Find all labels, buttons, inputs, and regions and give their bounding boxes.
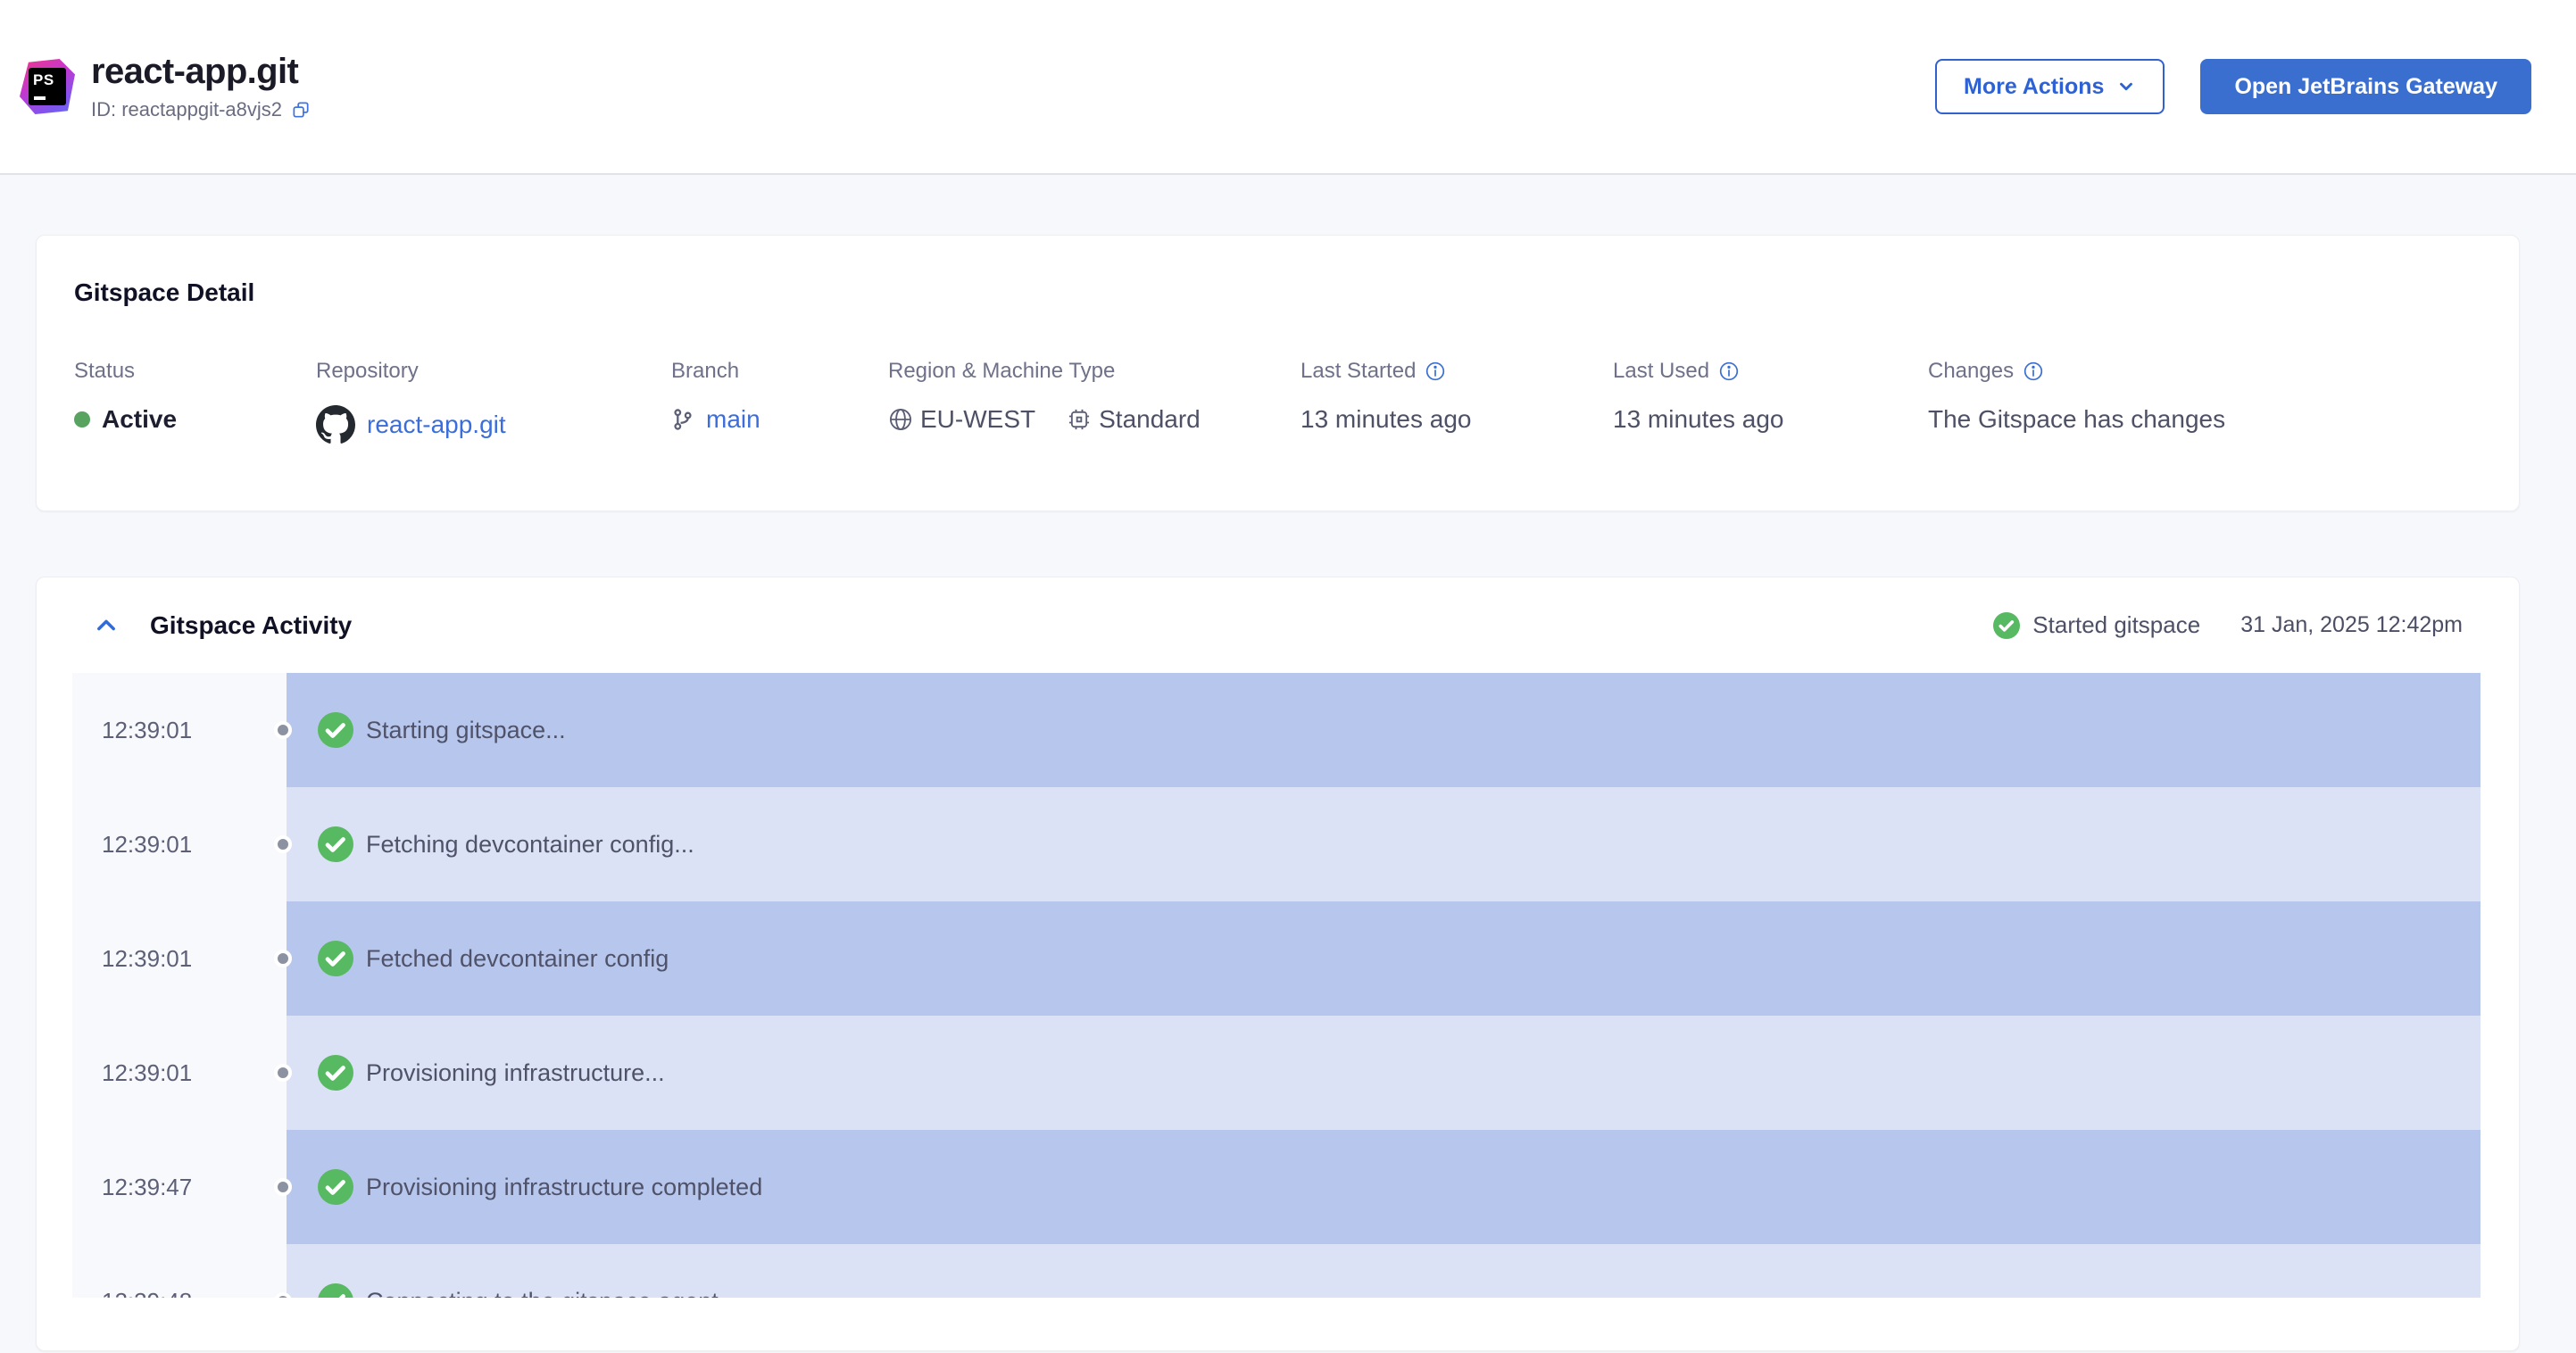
check-circle-icon xyxy=(318,941,353,976)
check-circle-icon xyxy=(318,826,353,862)
more-actions-label: More Actions xyxy=(1964,73,2105,99)
field-last-used: Last Used 13 minutes ago xyxy=(1613,359,1928,444)
log-message: Fetching devcontainer config... xyxy=(366,830,694,858)
chevron-down-icon xyxy=(2116,77,2136,96)
status-label: Status xyxy=(74,359,136,383)
open-gateway-label: Open JetBrains Gateway xyxy=(2234,73,2497,99)
machine-chip-icon xyxy=(1067,407,1092,432)
field-region-machine: Region & Machine Type EU-WEST Standard xyxy=(888,359,1300,444)
info-icon[interactable] xyxy=(1425,361,1446,382)
github-icon xyxy=(316,405,355,444)
log-time: 12:39:01 xyxy=(72,787,287,901)
check-circle-icon xyxy=(318,712,353,748)
log-row: 12:39:01 Fetching devcontainer config... xyxy=(72,787,2480,901)
git-branch-icon xyxy=(671,408,694,431)
field-last-started: Last Started 13 minutes ago xyxy=(1300,359,1613,444)
timeline-dot-icon xyxy=(274,1178,292,1196)
branch-link[interactable]: main xyxy=(706,405,760,434)
status-value: Active xyxy=(102,405,178,433)
open-jetbrains-gateway-button[interactable]: Open JetBrains Gateway xyxy=(2200,59,2531,114)
info-icon[interactable] xyxy=(2023,361,2044,382)
last-started-label: Last Started xyxy=(1300,359,1417,383)
status-active-dot-icon xyxy=(74,411,90,427)
log-row: 12:39:47 Provisioning infrastructure com… xyxy=(72,1130,2480,1244)
phpstorm-logo-underscore xyxy=(34,96,46,100)
field-status: Status Active xyxy=(74,359,316,444)
page-title: react-app.git xyxy=(91,52,299,91)
log-time: 12:39:01 xyxy=(72,901,287,1016)
check-circle-icon xyxy=(318,1055,353,1091)
copy-icon[interactable] xyxy=(291,100,312,120)
gitspace-detail-title: Gitspace Detail xyxy=(74,278,255,306)
last-used-value: 13 minutes ago xyxy=(1613,405,1784,433)
last-used-label: Last Used xyxy=(1613,359,1710,383)
info-icon[interactable] xyxy=(1718,361,1740,382)
gitspace-activity-card: Gitspace Activity Started gitspace 31 Ja… xyxy=(36,577,2520,1351)
globe-icon xyxy=(888,407,913,432)
page-header: PS react-app.git ID: reactappgit-a8vjs2 … xyxy=(0,0,2576,175)
gitspace-detail-card: Gitspace Detail Status Active Repository… xyxy=(36,235,2520,511)
changes-label: Changes xyxy=(1928,359,2015,383)
field-repository: Repository react-app.git xyxy=(316,359,671,444)
changes-value: The Gitspace has changes xyxy=(1928,405,2226,433)
log-time: 12:39:01 xyxy=(72,673,287,787)
phpstorm-logo-square: PS xyxy=(29,68,66,105)
log-row: 12:39:01 Starting gitspace... xyxy=(72,673,2480,787)
repository-link[interactable]: react-app.git xyxy=(367,411,506,439)
log-message: Fetched devcontainer config xyxy=(366,944,669,972)
last-started-value: 13 minutes ago xyxy=(1300,405,1472,433)
region-value: EU-WEST xyxy=(920,405,1036,433)
timeline-dot-icon xyxy=(274,950,292,967)
activity-timestamp: 31 Jan, 2025 12:42pm xyxy=(2240,612,2463,637)
check-circle-icon xyxy=(1993,611,2021,639)
check-circle-icon xyxy=(318,1169,353,1205)
activity-status-badge: Started gitspace xyxy=(2032,611,2201,638)
field-branch: Branch main xyxy=(671,359,888,444)
gitspace-id: ID: reactappgit-a8vjs2 xyxy=(91,98,282,120)
field-changes: Changes The Gitspace has changes xyxy=(1928,359,2481,444)
log-time: 12:39:47 xyxy=(72,1130,287,1244)
log-time: 12:39:01 xyxy=(72,1016,287,1130)
log-row: 12:39:01 Provisioning infrastructure... xyxy=(72,1016,2480,1130)
log-message: Provisioning infrastructure completed xyxy=(366,1173,763,1200)
phpstorm-logo-text: PS xyxy=(33,71,54,88)
log-row: 12:39:48 Connecting to the gitspace agen… xyxy=(72,1244,2480,1298)
log-message: Provisioning infrastructure... xyxy=(366,1058,665,1086)
phpstorm-logo-icon: PS xyxy=(20,59,75,114)
activity-log: 12:39:01 Starting gitspace... 12:39:01 F… xyxy=(72,673,2480,1298)
log-time: 12:39:48 xyxy=(72,1244,287,1298)
gitspace-activity-title: Gitspace Activity xyxy=(150,610,353,639)
branch-label: Branch xyxy=(671,359,740,383)
region-machine-label: Region & Machine Type xyxy=(888,359,1116,383)
chevron-up-icon[interactable] xyxy=(93,612,120,639)
machine-type-value: Standard xyxy=(1099,405,1201,433)
log-row: 12:39:01 Fetched devcontainer config xyxy=(72,901,2480,1016)
timeline-dot-icon xyxy=(274,1064,292,1082)
log-message: Starting gitspace... xyxy=(366,716,566,743)
check-circle-icon xyxy=(318,1283,353,1298)
repository-label: Repository xyxy=(316,359,419,383)
timeline-dot-icon xyxy=(274,721,292,739)
more-actions-button[interactable]: More Actions xyxy=(1935,59,2165,114)
timeline-dot-icon xyxy=(274,835,292,853)
log-message: Connecting to the gitspace agent... xyxy=(366,1288,738,1299)
